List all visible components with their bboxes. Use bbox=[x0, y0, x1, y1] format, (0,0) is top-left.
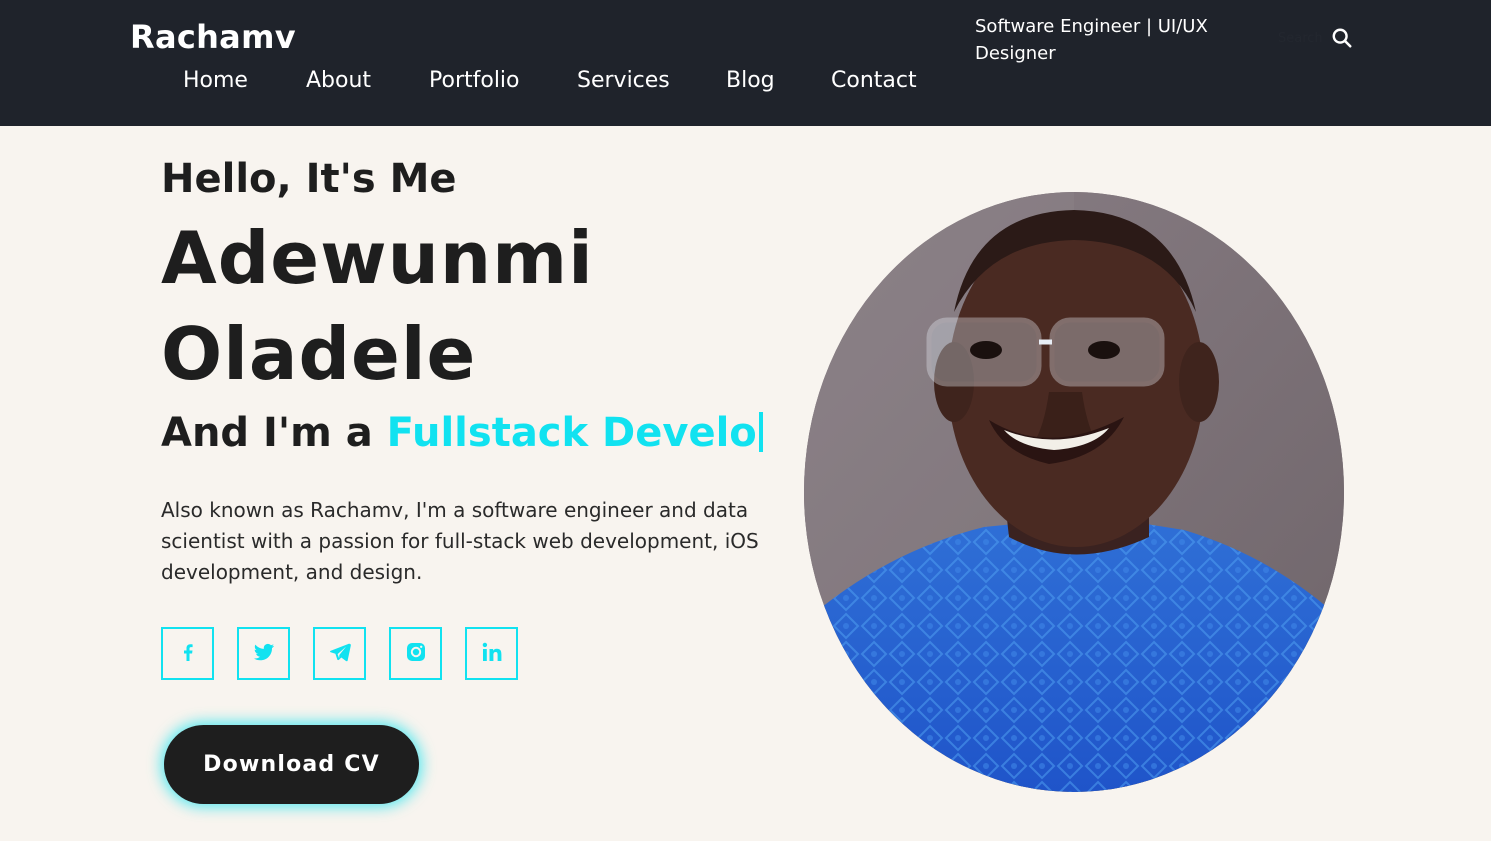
facebook-icon bbox=[176, 640, 200, 668]
nav-home[interactable]: Home bbox=[183, 68, 248, 93]
search-icon[interactable] bbox=[1331, 27, 1353, 49]
nav-about[interactable]: About bbox=[306, 68, 371, 93]
role-prefix: And I'm a bbox=[161, 410, 373, 456]
hero-greeting: Hello, It's Me bbox=[161, 156, 457, 202]
profile-photo bbox=[804, 192, 1344, 792]
twitter-icon bbox=[252, 640, 276, 668]
facebook-link[interactable] bbox=[161, 627, 214, 680]
social-links bbox=[161, 627, 521, 680]
twitter-link[interactable] bbox=[237, 627, 290, 680]
hero-last-name: Oladele bbox=[161, 312, 477, 396]
linkedin-icon bbox=[480, 640, 504, 668]
search-box bbox=[1278, 24, 1358, 52]
telegram-link[interactable] bbox=[313, 627, 366, 680]
nav-services[interactable]: Services bbox=[577, 68, 670, 93]
typing-cursor bbox=[758, 412, 763, 452]
nav-portfolio[interactable]: Portfolio bbox=[429, 68, 520, 93]
instagram-link[interactable] bbox=[389, 627, 442, 680]
hero-role-line: And I'm a Fullstack Develo bbox=[161, 410, 763, 456]
site-logo[interactable]: Rachamv bbox=[130, 18, 296, 56]
download-cv-button[interactable]: Download CV bbox=[164, 725, 419, 804]
role-typed-text: Fullstack Develo bbox=[386, 410, 757, 456]
hero-first-name: Adewunmi bbox=[161, 216, 594, 300]
instagram-icon bbox=[404, 640, 428, 668]
nav-blog[interactable]: Blog bbox=[726, 68, 775, 93]
nav-contact[interactable]: Contact bbox=[831, 68, 917, 93]
site-header: Rachamv Home About Portfolio Services Bl… bbox=[0, 0, 1491, 126]
telegram-icon bbox=[328, 640, 352, 668]
search-input[interactable] bbox=[1278, 28, 1328, 48]
linkedin-link[interactable] bbox=[465, 627, 518, 680]
header-tagline: Software Engineer | UI/UX Designer bbox=[975, 16, 1208, 64]
hero-bio: Also known as Rachamv, I'm a software en… bbox=[161, 498, 759, 584]
